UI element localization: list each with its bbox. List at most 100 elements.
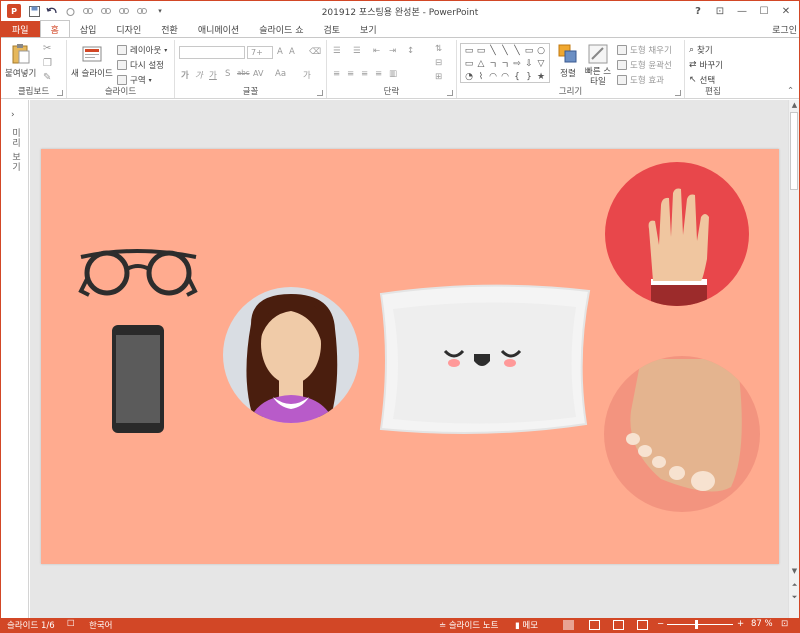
close-icon[interactable]: ✕ [777, 3, 795, 19]
customize-icon[interactable] [81, 4, 95, 18]
tab-home[interactable]: 홈 [39, 20, 70, 37]
tab-transitions[interactable]: 전환 [151, 21, 188, 37]
increase-indent-icon[interactable]: ⇥ [389, 46, 396, 56]
shape-item[interactable]: ◠ [487, 71, 499, 83]
customize-icon[interactable] [99, 4, 113, 18]
tab-slideshow[interactable]: 슬라이드 쇼 [249, 21, 313, 37]
spellcheck-icon[interactable]: ☐ [67, 619, 75, 629]
find-button[interactable]: ⌕ 찾기 [689, 44, 713, 56]
shape-item[interactable]: ▽ [535, 58, 547, 70]
shadow-button[interactable]: S [225, 69, 230, 79]
change-case-button[interactable]: Aa [275, 69, 286, 79]
strikethrough-button[interactable]: abc [237, 69, 250, 77]
collapse-ribbon-icon[interactable]: ⌃ [787, 86, 794, 96]
text-direction-icon[interactable]: ⇅ [435, 44, 442, 54]
slide-sorter-icon[interactable] [589, 620, 600, 630]
shape-item[interactable]: ▭ [463, 45, 475, 57]
font-launcher-icon[interactable] [317, 90, 323, 96]
shape-item[interactable]: ╲ [499, 45, 511, 57]
shape-item[interactable]: ⇨ [511, 58, 523, 70]
quick-styles-button[interactable]: 빠른 스타일 [583, 43, 613, 87]
comments-button[interactable]: ▮ 메모 [515, 619, 538, 631]
shape-fill-button[interactable]: 도형 채우기 [617, 44, 672, 56]
paste-button[interactable]: 붙여넣기 [5, 43, 36, 79]
format-painter-icon[interactable]: ✎ [43, 72, 51, 83]
shape-item[interactable]: ╲ [511, 45, 523, 57]
help-icon[interactable]: ? [689, 3, 707, 19]
customize-icon[interactable] [135, 4, 149, 18]
columns-icon[interactable]: ▥ [389, 69, 397, 79]
ribbon-display-options-icon[interactable]: ⊡ [711, 3, 729, 19]
save-icon[interactable] [27, 4, 41, 18]
font-size-combo[interactable]: 7+ [247, 46, 273, 59]
shape-item[interactable]: } [523, 71, 535, 83]
maximize-icon[interactable]: ☐ [755, 3, 773, 19]
paragraph-launcher-icon[interactable] [447, 90, 453, 96]
customize-qat-dropdown-icon[interactable]: ▾ [153, 4, 167, 18]
undo-icon[interactable] [45, 4, 59, 18]
shape-outline-button[interactable]: 도형 윤곽선 [617, 59, 672, 71]
tab-animations[interactable]: 애니메이션 [188, 21, 249, 37]
redo-icon[interactable] [63, 4, 77, 18]
notes-button[interactable]: ≐ 슬라이드 노트 [439, 619, 498, 631]
zoom-slider-thumb[interactable] [695, 620, 698, 629]
glasses-graphic[interactable] [78, 249, 198, 297]
next-slide-icon[interactable]: ⏷ [789, 592, 800, 602]
cut-icon[interactable]: ✂ [43, 43, 51, 54]
tab-file[interactable]: 파일 [1, 21, 40, 37]
shape-item[interactable]: ◠ [499, 71, 511, 83]
zoom-slider[interactable] [667, 624, 733, 625]
foot-graphic[interactable] [604, 356, 760, 512]
expand-pane-icon[interactable]: › [11, 110, 15, 120]
align-text-icon[interactable]: ⊟ [435, 58, 442, 68]
woman-avatar-graphic[interactable] [223, 287, 359, 434]
language-indicator[interactable]: 한국어 [89, 619, 112, 631]
grow-font-icon[interactable]: A [277, 47, 283, 57]
zoom-level[interactable]: 87 % [751, 619, 773, 629]
justify-icon[interactable]: ≡ [375, 69, 382, 79]
clipboard-launcher-icon[interactable] [57, 90, 63, 96]
shape-item[interactable]: ◔ [463, 71, 475, 83]
tab-review[interactable]: 검토 [313, 21, 350, 37]
reset-button[interactable]: 다시 설정 [117, 59, 164, 71]
numbering-icon[interactable]: ☰ [353, 46, 361, 56]
slideshow-view-icon[interactable] [637, 620, 648, 630]
shape-item[interactable]: ▭ [463, 58, 475, 70]
smartart-icon[interactable]: ⊞ [435, 72, 442, 82]
tab-design[interactable]: 디자인 [106, 21, 151, 37]
layout-button[interactable]: 레이아웃 ▾ [117, 44, 167, 56]
raised-hand-graphic[interactable] [605, 162, 749, 324]
line-spacing-icon[interactable]: ↕ [407, 46, 414, 56]
shape-item[interactable]: ⇩ [523, 58, 535, 70]
previous-slide-icon[interactable]: ⏶ [789, 580, 800, 590]
shape-item[interactable]: ▭ [523, 45, 535, 57]
normal-view-icon[interactable] [563, 620, 574, 630]
shape-item[interactable]: { [511, 71, 523, 83]
slide-canvas[interactable] [41, 149, 779, 564]
arrange-button[interactable]: 정렬 [557, 43, 579, 79]
zoom-in-icon[interactable]: + [737, 619, 744, 629]
tab-view[interactable]: 보기 [350, 21, 387, 37]
reading-view-icon[interactable] [613, 620, 624, 630]
shape-item[interactable]: ╲ [487, 45, 499, 57]
shape-item[interactable]: ▭ [475, 45, 487, 57]
shape-item[interactable]: ○ [535, 45, 547, 57]
customize-icon[interactable] [117, 4, 131, 18]
bold-button[interactable]: 가 [181, 69, 189, 81]
shape-item[interactable]: ㄱ [487, 58, 499, 71]
align-center-icon[interactable]: ≡ [347, 69, 354, 79]
align-right-icon[interactable]: ≡ [361, 69, 368, 79]
italic-button[interactable]: 가 [195, 69, 203, 81]
shape-item[interactable]: ⌇ [475, 71, 487, 83]
vertical-scrollbar[interactable]: ▲ ▼ ⏶ ⏷ [788, 100, 799, 618]
zoom-out-icon[interactable]: − [657, 619, 664, 629]
scroll-down-icon[interactable]: ▼ [789, 566, 800, 576]
pillow-graphic[interactable] [379, 284, 591, 434]
minimize-icon[interactable]: — [733, 3, 751, 19]
drawing-launcher-icon[interactable] [675, 90, 681, 96]
tab-insert[interactable]: 삽입 [70, 21, 107, 37]
copy-icon[interactable]: ❐ [43, 58, 52, 69]
align-left-icon[interactable]: ≡ [333, 69, 340, 79]
decrease-indent-icon[interactable]: ⇤ [373, 46, 380, 56]
thumbnail-pane-label[interactable]: 미리 보기 [9, 128, 22, 172]
